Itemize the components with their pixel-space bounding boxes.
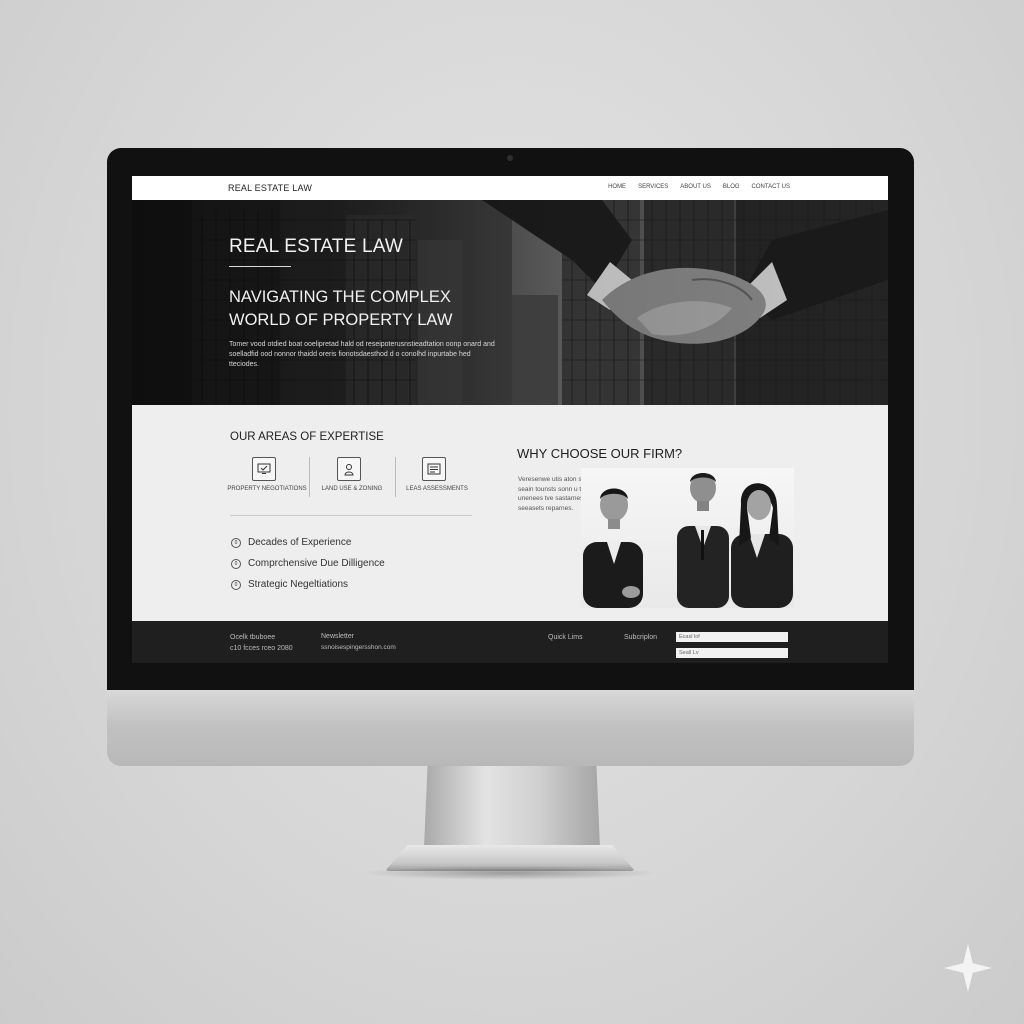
expertise-card-label: LEAS ASSESSMENTS	[406, 486, 468, 492]
site-logo[interactable]: REAL ESTATE LAW	[228, 183, 312, 193]
feature-item: 0 Comprchensive Due Dilligence	[231, 558, 385, 569]
website-screen: REAL ESTATE LAW HOME SERVICES ABOUT US B…	[132, 176, 888, 663]
hero-title: REAL ESTATE LAW	[229, 236, 404, 257]
nav-blog[interactable]: BLOG	[723, 184, 740, 190]
subscription-submit-field[interactable]	[676, 648, 788, 658]
footer-address-line2: c10 fcces rceo 2080	[230, 645, 293, 652]
nav-services[interactable]: SERVICES	[638, 184, 668, 190]
feature-item: 0 Decades of Experience	[231, 537, 351, 548]
feature-item: 0 Strategic Negeltiations	[231, 579, 348, 590]
circle-bullet-icon: 0	[231, 558, 241, 569]
feature-label: Decades of Experience	[248, 537, 352, 548]
webcam-icon	[507, 155, 513, 161]
site-header: REAL ESTATE LAW HOME SERVICES ABOUT US B…	[132, 176, 888, 200]
expertise-card-leas[interactable]: LEAS ASSESSMENTS	[396, 457, 478, 499]
monitor-icon	[252, 457, 276, 481]
feature-label: Strategic Negeltiations	[248, 579, 349, 590]
circle-bullet-icon: 0	[231, 537, 241, 548]
expertise-divider	[230, 515, 472, 516]
nav-contact-us[interactable]: CONTACT US	[752, 184, 790, 190]
nav-home[interactable]: HOME	[608, 184, 626, 190]
hero-description: Tomer vood otdied boat ooelipretad hald …	[229, 341, 495, 368]
card-divider	[309, 457, 310, 497]
expertise-card-land-use[interactable]: LAND USE & ZONING	[311, 457, 393, 499]
circle-bullet-icon: 0	[231, 579, 241, 590]
subscription-email-input[interactable]	[676, 632, 788, 642]
expertise-card-label: PROPERTY NEGOTIATIONS	[227, 486, 307, 492]
main-nav: HOME SERVICES ABOUT US BLOG CONTACT US	[608, 184, 790, 190]
footer-newsletter-title: Newsletter	[321, 633, 355, 640]
person-lock-icon	[337, 457, 361, 481]
team-photo	[581, 468, 794, 608]
document-icon	[422, 457, 446, 481]
expertise-card-label: LAND USE & ZONING	[321, 486, 383, 492]
expertise-title: OUR AREAS OF EXPERTISE	[230, 431, 384, 443]
monitor-chin	[107, 690, 914, 766]
monitor-stand-neck	[424, 766, 600, 848]
footer-subscription-label: Subcriplon	[624, 634, 658, 641]
feature-label: Comprchensive Due Dilligence	[248, 558, 385, 569]
why-choose-title: WHY CHOOSE OUR FIRM?	[517, 446, 683, 461]
stand-shadow	[360, 866, 660, 880]
expertise-card-property[interactable]: PROPERTY NEGOTIATIONS	[226, 457, 308, 499]
hero-divider	[229, 266, 291, 267]
hero-banner: REAL ESTATE LAW NAVIGATING THE COMPLEX W…	[132, 200, 888, 405]
sparkle-icon	[944, 944, 992, 992]
hero-heading: NAVIGATING THE COMPLEX WORLD OF PROPERTY…	[229, 288, 453, 329]
site-footer: Ocelk tbuboee c10 fcces rceo 2080 Newsle…	[132, 621, 888, 663]
footer-newsletter-email[interactable]: ssnoisespingersshon.com	[321, 644, 396, 651]
nav-about-us[interactable]: ABOUT US	[680, 184, 711, 190]
footer-quick-links[interactable]: Quick Lims	[548, 634, 583, 641]
footer-address-line1: Ocelk tbuboee	[230, 634, 276, 641]
